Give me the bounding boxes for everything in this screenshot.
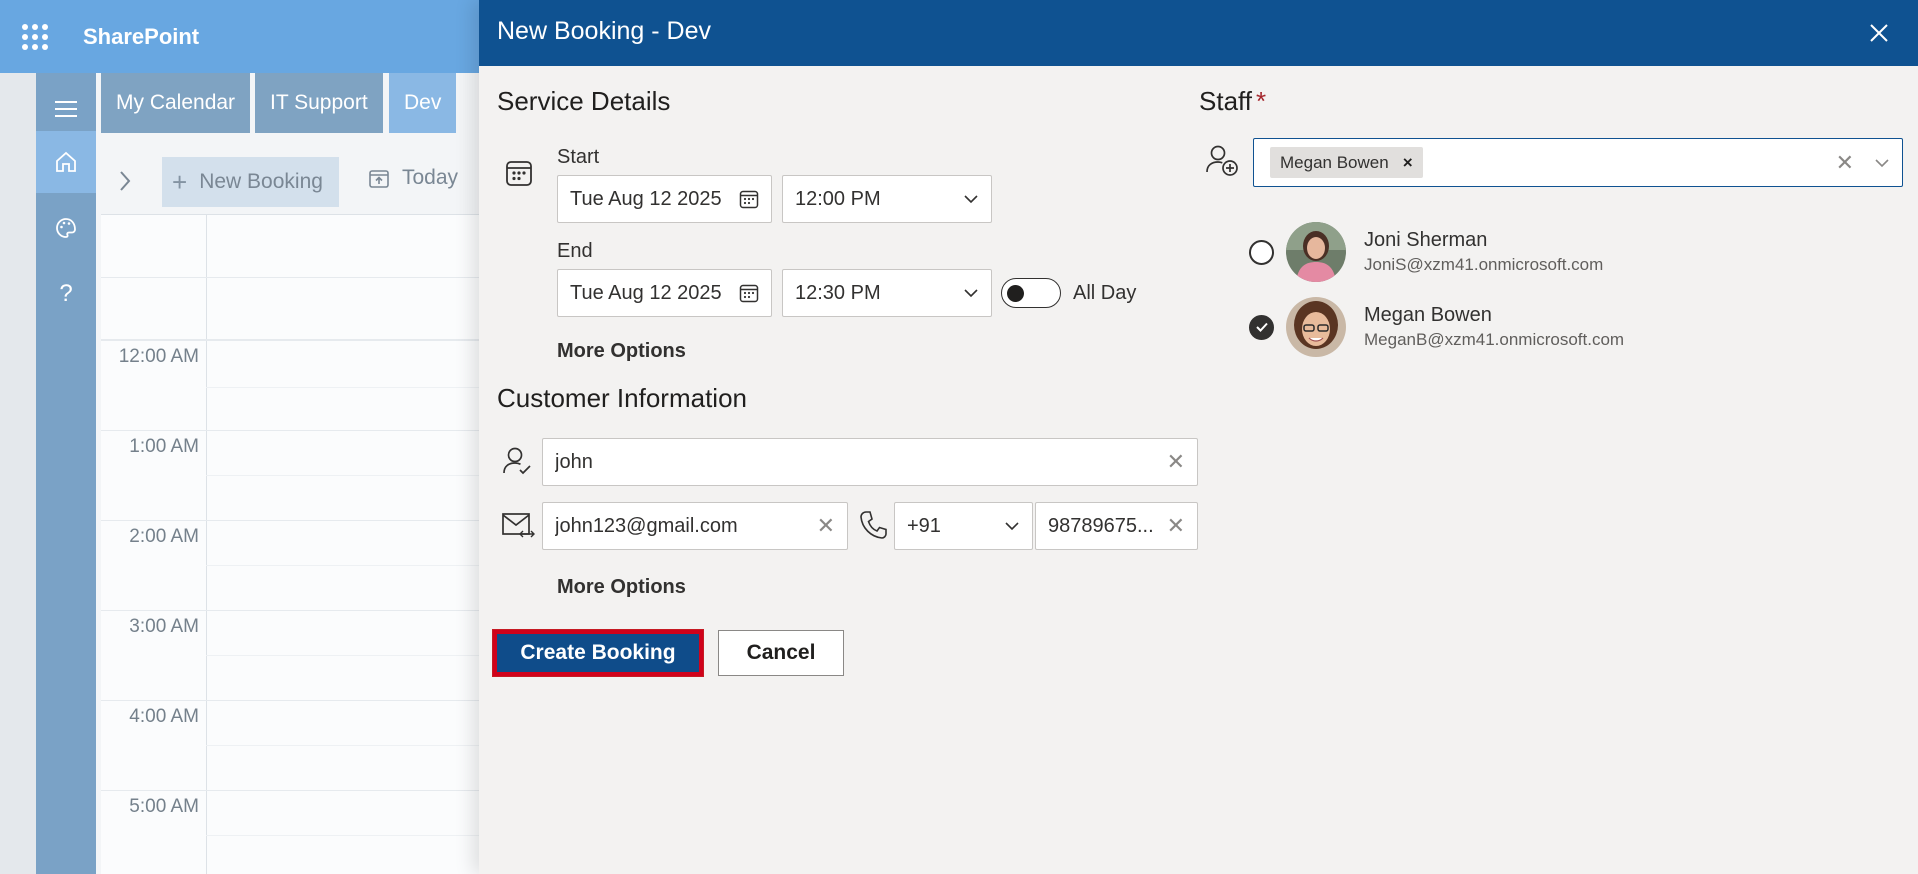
- remove-chip-icon[interactable]: ×: [1403, 153, 1413, 173]
- phone-icon: [859, 510, 887, 545]
- staff-name: Joni Sherman: [1364, 229, 1488, 251]
- staff-name: Megan Bowen: [1364, 304, 1492, 326]
- service-details-title: Service Details: [497, 86, 671, 116]
- help-icon[interactable]: ?: [36, 263, 96, 325]
- avatar: [1286, 297, 1346, 357]
- new-booking-button[interactable]: + New Booking: [162, 157, 339, 207]
- staff-title: Staff *: [1199, 86, 1266, 117]
- staff-email: JoniS@xzm41.onmicrosoft.com: [1364, 255, 1604, 274]
- panel-title: New Booking - Dev: [497, 17, 711, 45]
- left-gutter: [0, 73, 36, 874]
- app-title[interactable]: SharePoint: [83, 24, 199, 50]
- time-label: 2:00 AM: [129, 526, 199, 547]
- customer-email-field[interactable]: john123@gmail.com ✕: [542, 502, 848, 550]
- end-time-value: 12:30 PM: [795, 281, 881, 304]
- staff-chip: Megan Bowen ×: [1270, 147, 1423, 178]
- customer-email-value: john123@gmail.com: [555, 514, 738, 537]
- customer-more-options-link[interactable]: More Options: [557, 576, 686, 599]
- start-label: Start: [557, 146, 600, 168]
- customer-name-value: john: [555, 450, 593, 473]
- mail-icon: [501, 511, 535, 544]
- add-person-icon: [1205, 143, 1239, 182]
- tab-it-support[interactable]: IT Support: [255, 73, 383, 133]
- chevron-down-icon: [963, 288, 979, 298]
- start-time-value: 12:00 PM: [795, 187, 881, 210]
- staff-item[interactable]: Megan Bowen MeganB@xzm41.onmicrosoft.com: [1249, 297, 1624, 357]
- time-label: 3:00 AM: [129, 616, 199, 637]
- tab-dev[interactable]: Dev: [389, 73, 457, 133]
- palette-icon[interactable]: [36, 197, 96, 259]
- clear-icon[interactable]: ✕: [817, 515, 835, 537]
- time-label: 5:00 AM: [129, 796, 199, 817]
- time-label: 1:00 AM: [129, 436, 199, 457]
- end-date-picker[interactable]: Tue Aug 12 2025: [557, 269, 772, 317]
- chevron-down-icon: [963, 194, 979, 204]
- avatar: [1286, 222, 1346, 282]
- time-label: 12:00 AM: [118, 346, 199, 367]
- today-label: Today: [402, 166, 459, 189]
- calendar-today-icon: [369, 170, 389, 188]
- end-date-value: Tue Aug 12 2025: [570, 281, 722, 304]
- end-label: End: [557, 240, 593, 262]
- new-booking-panel: New Booking - Dev Service Details Start …: [479, 0, 1918, 874]
- start-date-value: Tue Aug 12 2025: [570, 187, 722, 210]
- customer-phone-value: 98789675...: [1048, 514, 1154, 537]
- home-icon[interactable]: [36, 131, 96, 193]
- customer-name-field[interactable]: john ✕: [542, 438, 1198, 486]
- staff-email: MeganB@xzm41.onmicrosoft.com: [1364, 330, 1625, 349]
- country-code-dropdown[interactable]: +91: [894, 502, 1033, 550]
- date-picker-icon[interactable]: [739, 189, 759, 209]
- calendar-icon: [505, 159, 533, 192]
- plus-icon: +: [172, 166, 188, 197]
- chevron-right-icon[interactable]: [118, 169, 132, 193]
- app-launcher-icon[interactable]: [22, 24, 48, 50]
- customer-information-title: Customer Information: [497, 383, 747, 413]
- panel-header: New Booking - Dev: [479, 0, 1918, 66]
- required-mark: *: [1256, 86, 1267, 116]
- clear-all-icon[interactable]: ✕: [1836, 151, 1854, 174]
- staff-title-text: Staff: [1199, 86, 1253, 116]
- create-booking-button[interactable]: Create Booking: [492, 629, 704, 677]
- chevron-down-icon: [1004, 521, 1020, 531]
- staff-item[interactable]: Joni Sherman JoniS@xzm41.onmicrosoft.com: [1249, 222, 1603, 282]
- close-icon[interactable]: [1866, 20, 1892, 46]
- staff-radio[interactable]: [1249, 239, 1274, 265]
- staff-picker[interactable]: Megan Bowen × ✕: [1253, 138, 1903, 187]
- end-time-dropdown[interactable]: 12:30 PM: [782, 269, 992, 317]
- checkmark-icon: [1255, 322, 1268, 332]
- today-button[interactable]: Today: [368, 166, 458, 190]
- calendar-grid[interactable]: 12:00 AM 1:00 AM 2:00 AM 3:00 AM 4:00 AM…: [101, 214, 496, 874]
- all-day-toggle[interactable]: [1001, 278, 1061, 308]
- service-more-options-link[interactable]: More Options: [557, 340, 686, 363]
- date-picker-icon[interactable]: [739, 283, 759, 303]
- time-label: 4:00 AM: [129, 706, 199, 727]
- new-booking-label: New Booking: [199, 170, 323, 193]
- clear-icon[interactable]: ✕: [1167, 515, 1185, 537]
- clear-icon[interactable]: ✕: [1167, 451, 1185, 473]
- customer-phone-field[interactable]: 98789675... ✕: [1035, 502, 1198, 550]
- staff-chip-label: Megan Bowen: [1280, 152, 1389, 172]
- start-date-picker[interactable]: Tue Aug 12 2025: [557, 175, 772, 223]
- start-time-dropdown[interactable]: 12:00 PM: [782, 175, 992, 223]
- chevron-down-icon[interactable]: [1874, 158, 1890, 168]
- cancel-button[interactable]: Cancel: [718, 630, 844, 676]
- country-code-value: +91: [907, 514, 941, 537]
- staff-radio-checked[interactable]: [1249, 314, 1274, 340]
- all-day-label: All Day: [1073, 282, 1137, 304]
- person-check-icon: [501, 445, 533, 482]
- left-nav-rail: ?: [36, 73, 96, 874]
- tab-my-calendar[interactable]: My Calendar: [101, 73, 251, 133]
